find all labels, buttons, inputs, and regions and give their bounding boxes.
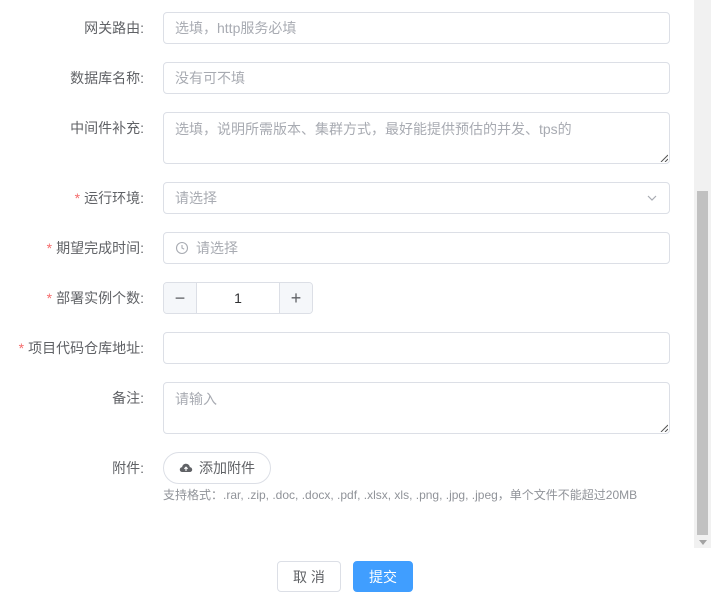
clock-icon [175, 241, 189, 255]
db-name-label: 数据库名称: [70, 70, 144, 86]
add-attachment-label: 添加附件 [199, 460, 255, 476]
cancel-button[interactable]: 取 消 [277, 561, 341, 592]
middleware-label: 中间件补充: [70, 120, 144, 136]
decrement-button[interactable]: − [164, 283, 197, 313]
middleware-textarea[interactable] [164, 113, 669, 163]
required-mark: * [46, 240, 53, 256]
instances-stepper: − 1 + [163, 282, 313, 314]
cloud-upload-icon [179, 463, 193, 472]
attachment-label: 附件: [112, 460, 144, 476]
deadline-input[interactable] [164, 233, 669, 263]
resize-grip-icon[interactable] [660, 154, 668, 162]
required-mark: * [74, 190, 81, 206]
increment-button[interactable]: + [279, 283, 312, 313]
remarks-field[interactable] [163, 382, 670, 434]
env-label: * 运行环境: [74, 190, 144, 206]
chevron-down-icon [647, 195, 657, 201]
scrollbar-thumb[interactable] [697, 191, 708, 535]
deadline-label: * 期望完成时间: [46, 240, 144, 256]
env-select-input[interactable] [164, 183, 669, 213]
gateway-route-field[interactable] [163, 12, 670, 44]
repo-input[interactable] [164, 333, 669, 363]
submit-button[interactable]: 提交 [353, 561, 413, 592]
env-select[interactable] [163, 182, 670, 214]
deploy-request-form: 网关路由: 数据库名称: 中间件补充: *运行环境: *期望完成时间: [0, 0, 694, 560]
deadline-date-picker[interactable] [163, 232, 670, 264]
repo-field[interactable] [163, 332, 670, 364]
required-mark: * [46, 290, 53, 306]
instances-label: * 部署实例个数: [46, 290, 144, 306]
repo-label: * 项目代码仓库地址: [18, 340, 144, 356]
middleware-field[interactable] [163, 112, 670, 164]
db-name-field[interactable] [163, 62, 670, 94]
required-mark: * [18, 340, 25, 356]
gateway-route-input[interactable] [164, 13, 669, 43]
add-attachment-button[interactable]: 添加附件 [163, 452, 271, 484]
scrollbar[interactable] [694, 0, 711, 548]
attachment-hint: 支持格式：.rar, .zip, .doc, .docx, .pdf, .xls… [163, 488, 638, 502]
remarks-textarea[interactable] [164, 383, 669, 433]
gateway-route-label: 网关路由: [84, 20, 144, 36]
db-name-input[interactable] [164, 63, 669, 93]
instances-value[interactable]: 1 [197, 283, 279, 313]
remarks-label: 备注: [112, 390, 144, 406]
scroll-down-arrow-icon[interactable] [699, 540, 707, 545]
resize-grip-icon[interactable] [660, 424, 668, 432]
